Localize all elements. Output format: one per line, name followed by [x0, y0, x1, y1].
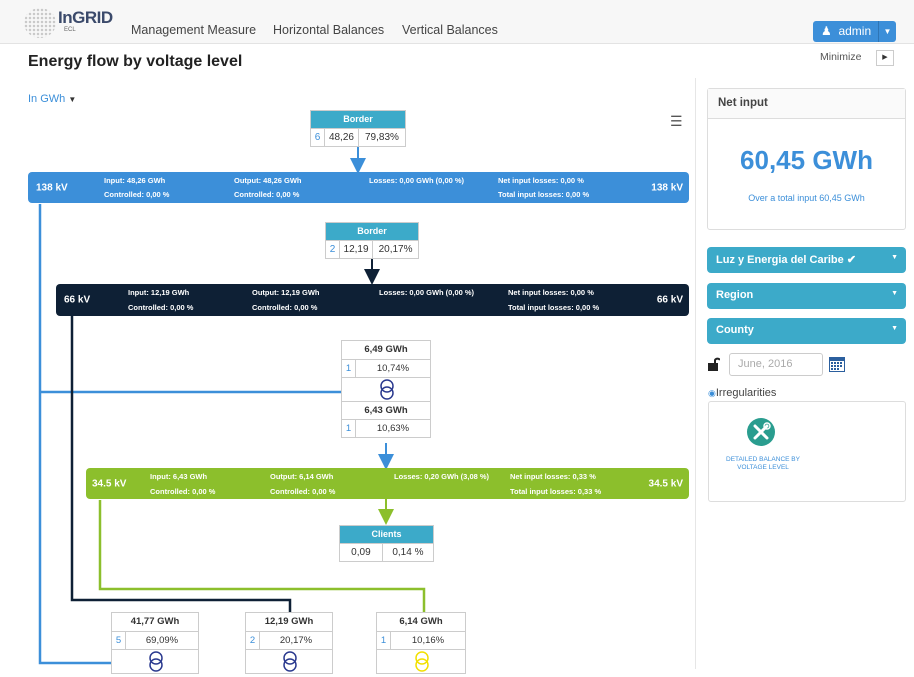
- bottom-node-pct: 20,17%: [279, 635, 313, 646]
- filter-county-label: County: [716, 324, 754, 336]
- voltage-bar-34-5kv[interactable]: 34.5 kV Input: 6,43 GWh Controlled: 0,00…: [86, 468, 689, 499]
- line-66-bottom: [70, 316, 292, 612]
- chevron-down-icon: ▼: [891, 325, 898, 332]
- border-node-count: 6: [311, 129, 325, 146]
- net-losses-label: Net input losses: 0,00 %: [508, 288, 594, 297]
- losses-label: Losses: 0,00 GWh (0,00 %): [379, 288, 475, 297]
- filter-region-label: Region: [716, 289, 754, 301]
- border-node-pct: 79,83%: [365, 132, 399, 143]
- kv-label-right: 66 kV: [656, 294, 683, 306]
- kv-label-right: 34.5 kV: [648, 478, 683, 489]
- bottom-node-value: 6,14 GWh: [399, 616, 443, 627]
- net-input-title: Net input: [708, 89, 905, 119]
- input-label: Input: 48,26 GWh: [104, 176, 166, 185]
- net-losses-label: Net input losses: 0,00 %: [498, 176, 584, 185]
- bottom-node-pct: 69,09%: [145, 635, 179, 646]
- losses-label: Losses: 0,00 GWh (0,00 %): [369, 176, 465, 185]
- border-node-pct: 20,17%: [378, 244, 413, 255]
- transformer-top-pct: 10,74%: [376, 363, 410, 374]
- bottom-node-pct: 10,16%: [411, 635, 445, 646]
- border-node-2[interactable]: Border 2 12,19 20,17%: [325, 222, 419, 259]
- eye-icon: ◉: [708, 388, 716, 398]
- bottom-node-count: 5: [112, 632, 126, 649]
- admin-user-button[interactable]: ♟ admin ▼: [813, 21, 896, 42]
- losses-label: Losses: 0,20 GWh (3,08 %): [394, 472, 490, 481]
- transformer-node[interactable]: 6,49 GWh 1 10,74% 6,43 GWh 1 10,63%: [341, 340, 431, 438]
- filter-region[interactable]: Region ▼: [707, 283, 906, 309]
- chevron-down-icon: ▼: [891, 290, 898, 297]
- bottom-node-value: 41,77 GWh: [130, 616, 180, 627]
- border-node-title: Border: [326, 223, 418, 240]
- caret-down-icon[interactable]: ▼: [878, 21, 896, 42]
- bottom-node-value: 12,19 GWh: [264, 616, 314, 627]
- bottom-node-138[interactable]: 41,77 GWh 5 69,09%: [111, 612, 199, 674]
- transformer-top-value: 6,49 GWh: [364, 344, 408, 355]
- flow-connectors: [38, 147, 426, 665]
- controlled-in-label: Controlled: 0,00 %: [150, 487, 216, 496]
- net-losses-label: Net input losses: 0,33 %: [510, 472, 596, 481]
- border-node-count: 2: [326, 241, 340, 258]
- transformer-icon: [342, 377, 430, 401]
- input-label: Input: 12,19 GWh: [128, 288, 190, 297]
- line-138-bottom: [38, 204, 112, 665]
- irregularities-toggle[interactable]: ◉Irregularities: [708, 387, 776, 399]
- voltage-bar-138kv[interactable]: 138 kV Input: 48,26 GWh Controlled: 0,00…: [28, 172, 689, 203]
- user-icon: ♟: [821, 24, 832, 38]
- total-losses-label: Total input losses: 0,33 %: [510, 487, 602, 496]
- border-node-value: 12,19: [340, 241, 374, 258]
- transformer-top-count: 1: [342, 360, 356, 377]
- transformer-icon: [246, 649, 332, 673]
- voltage-bar-66kv[interactable]: 66 kV Input: 12,19 GWh Controlled: 0,00 …: [56, 284, 689, 316]
- transformer-icon: [377, 649, 465, 673]
- filter-company-label: Luz y Energia del Caribe ✔: [716, 254, 857, 266]
- detailed-balance-link[interactable]: DETAILED BALANCE BY VOLTAGE LEVEL: [723, 456, 803, 472]
- kv-label-left: 138 kV: [36, 182, 68, 193]
- irregularities-panel: DETAILED BALANCE BY VOLTAGE LEVEL: [708, 401, 906, 502]
- calendar-icon[interactable]: [829, 356, 845, 372]
- clients-node[interactable]: Clients 0,09 0,14 %: [339, 525, 434, 562]
- total-losses-label: Total input losses: 0,00 %: [498, 190, 590, 199]
- transformer-bottom-pct: 10,63%: [376, 423, 410, 434]
- border-node-1[interactable]: Border 6 48,26 79,83%: [310, 110, 406, 147]
- bottom-node-count: 2: [246, 632, 260, 649]
- bottom-node-66[interactable]: 12,19 GWh 2 20,17%: [245, 612, 333, 674]
- net-input-panel: Net input 60,45 GWh Over a total input 6…: [707, 88, 906, 230]
- controlled-out-label: Controlled: 0,00 %: [234, 190, 300, 199]
- kv-label-left: 66 kV: [64, 294, 91, 306]
- clients-pct: 0,14 %: [392, 547, 424, 558]
- controlled-out-label: Controlled: 0,00 %: [270, 487, 336, 496]
- transformer-bottom-value: 6,43 GWh: [342, 401, 430, 419]
- output-label: Output: 6,14 GWh: [270, 472, 334, 481]
- kv-label-left: 34.5 kV: [92, 478, 127, 489]
- filter-company[interactable]: Luz y Energia del Caribe ✔ ▼: [707, 247, 906, 273]
- bottom-node-34-5[interactable]: 6,14 GWh 1 10,16%: [376, 612, 466, 674]
- transformer-bottom-count: 1: [342, 420, 356, 437]
- controlled-in-label: Controlled: 0,00 %: [104, 190, 170, 199]
- minimize-arrow-icon[interactable]: ▶: [876, 50, 894, 66]
- output-label: Output: 48,26 GWh: [234, 176, 302, 185]
- transformer-icon: [112, 649, 198, 673]
- bottom-node-count: 1: [377, 632, 391, 649]
- clients-title: Clients: [340, 526, 433, 543]
- border-node-title: Border: [311, 111, 405, 128]
- net-input-subtitle: Over a total input 60,45 GWh: [748, 193, 865, 203]
- date-input[interactable]: June, 2016: [729, 353, 823, 376]
- net-input-value: 60,45 GWh: [740, 145, 873, 175]
- filter-county[interactable]: County ▼: [707, 318, 906, 344]
- controlled-in-label: Controlled: 0,00 %: [128, 303, 194, 312]
- admin-label: ♟ admin: [821, 24, 872, 38]
- input-label: Input: 6,43 GWh: [150, 472, 208, 481]
- kv-label-right: 138 kV: [651, 182, 683, 193]
- unlock-icon[interactable]: [708, 357, 721, 371]
- minimize-label[interactable]: Minimize: [820, 51, 861, 63]
- controlled-out-label: Controlled: 0,00 %: [252, 303, 318, 312]
- output-label: Output: 12,19 GWh: [252, 288, 320, 297]
- clients-value: 0,09: [340, 544, 383, 561]
- border-node-value: 48,26: [325, 129, 359, 146]
- chevron-down-icon: ▼: [891, 254, 898, 261]
- total-losses-label: Total input losses: 0,00 %: [508, 303, 600, 312]
- tools-icon[interactable]: [747, 418, 775, 446]
